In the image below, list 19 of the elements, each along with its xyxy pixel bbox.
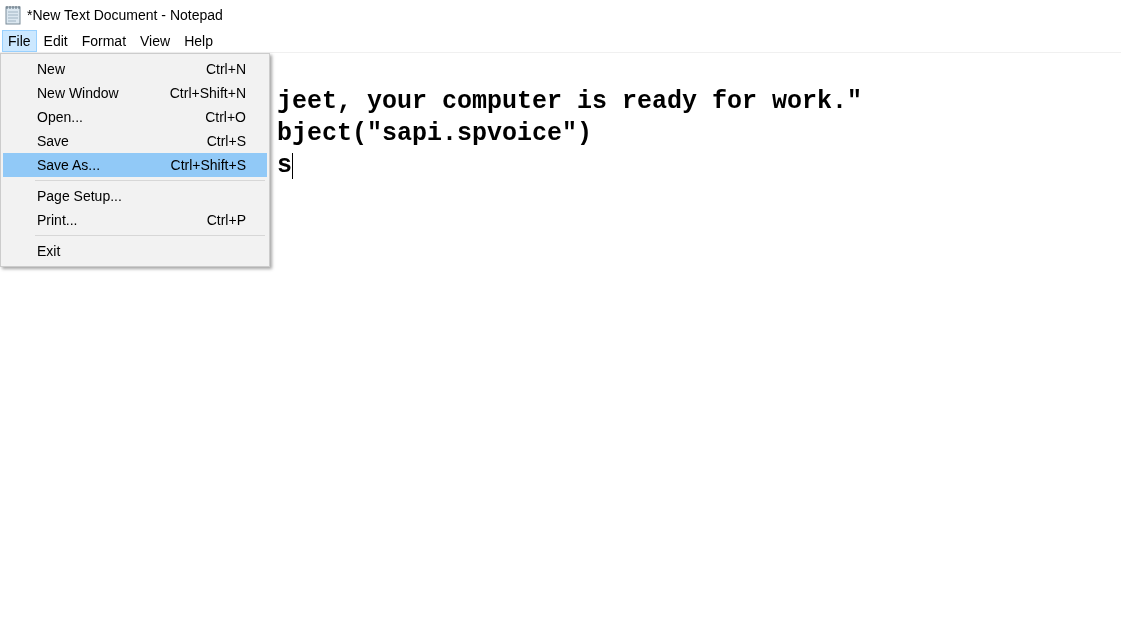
text-line: bject("sapi.spvoice") xyxy=(277,118,593,150)
notepad-icon xyxy=(4,5,22,25)
menu-item[interactable]: Page Setup... xyxy=(3,184,267,208)
menu-bar-item[interactable]: View xyxy=(133,30,178,52)
menu-bar-item[interactable]: Format xyxy=(74,30,134,52)
text-line: jeet, your computer is ready for work." xyxy=(277,86,863,118)
menu-bar-item[interactable]: Help xyxy=(177,30,220,52)
text-line: s xyxy=(277,150,292,182)
menu-item[interactable]: Save Ctrl+S xyxy=(3,129,267,153)
menu-bar-item[interactable]: Edit xyxy=(36,30,75,52)
text-cursor xyxy=(292,153,293,179)
menu-item[interactable]: Exit xyxy=(3,239,267,263)
menu-item[interactable]: Save As... Ctrl+Shift+S xyxy=(3,153,267,177)
window-title: *New Text Document - Notepad xyxy=(27,5,223,25)
menu-bar-item[interactable]: File xyxy=(2,30,37,52)
menu-item[interactable]: Print... Ctrl+P xyxy=(3,208,267,232)
menu-item[interactable]: Open... Ctrl+O xyxy=(3,105,267,129)
menu-item[interactable]: New Window Ctrl+Shift+N xyxy=(3,81,267,105)
menu-item[interactable]: New Ctrl+N xyxy=(3,57,267,81)
